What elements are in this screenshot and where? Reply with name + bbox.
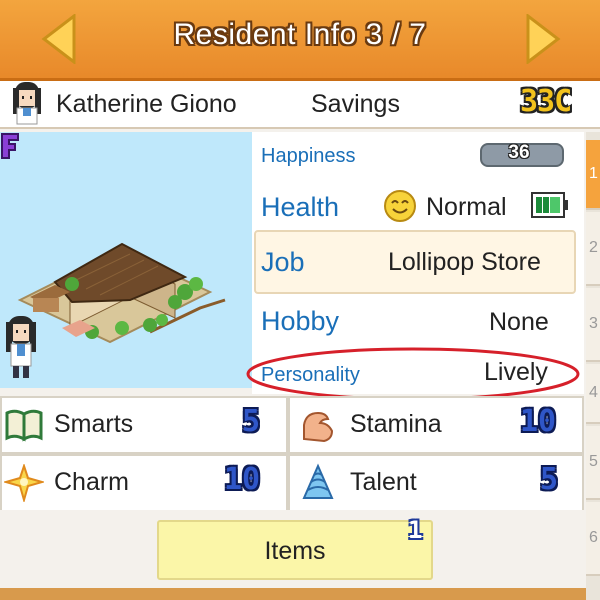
right-arrow-icon xyxy=(526,12,561,66)
stat-value: 10 xyxy=(224,462,261,497)
side-tab-2[interactable]: 2 xyxy=(586,212,600,286)
stat-talent: Talent 5 xyxy=(288,454,584,512)
side-tab-6[interactable]: 6 xyxy=(586,502,600,576)
items-button[interactable]: Items xyxy=(157,520,433,580)
flexed-arm-icon xyxy=(298,405,338,450)
blue-spiral-icon xyxy=(298,462,338,507)
smiley-face-icon xyxy=(382,188,418,229)
stat-value: 5 xyxy=(540,462,559,497)
savings-value: 33C xyxy=(520,84,572,119)
job-label: Job xyxy=(261,247,305,277)
resident-avatar xyxy=(6,78,48,133)
page-title: Resident Info 3 / 7 xyxy=(173,18,427,51)
side-tab-1[interactable]: 1 xyxy=(586,140,600,210)
stat-label: Talent xyxy=(350,468,417,496)
job-value: Lollipop Store xyxy=(388,248,541,276)
bottom-border xyxy=(0,588,586,600)
stat-label: Smarts xyxy=(54,410,134,438)
book-icon xyxy=(4,407,44,448)
rank-badge xyxy=(0,132,20,162)
resident-name: Katherine Giono xyxy=(56,90,237,118)
happiness-label: Happiness xyxy=(261,145,356,167)
items-count-badge: 1 xyxy=(408,516,423,544)
battery-icon xyxy=(530,190,570,225)
health-label: Health xyxy=(261,192,340,222)
side-tab-4[interactable]: 4 xyxy=(586,364,600,424)
next-resident-button[interactable] xyxy=(524,12,562,69)
hobby-label: Hobby xyxy=(261,306,340,336)
stat-smarts: Smarts 5 xyxy=(0,396,288,454)
stat-charm: Charm 10 xyxy=(0,454,288,512)
home-scene xyxy=(0,132,252,388)
happiness-value: 36 xyxy=(508,142,530,163)
stat-value: 5 xyxy=(242,404,261,439)
health-value: Normal xyxy=(426,193,507,221)
stat-stamina: Stamina 10 xyxy=(288,396,584,454)
side-tab-3[interactable]: 3 xyxy=(586,288,600,362)
savings-label: Savings xyxy=(311,90,400,118)
stat-label: Stamina xyxy=(350,410,442,438)
stat-value: 10 xyxy=(520,404,557,439)
stat-label: Charm xyxy=(54,468,130,496)
resident-sprite xyxy=(0,310,42,387)
side-tab-5[interactable]: 5 xyxy=(586,426,600,500)
hobby-value: None xyxy=(489,308,549,336)
sparkle-icon xyxy=(2,462,46,507)
